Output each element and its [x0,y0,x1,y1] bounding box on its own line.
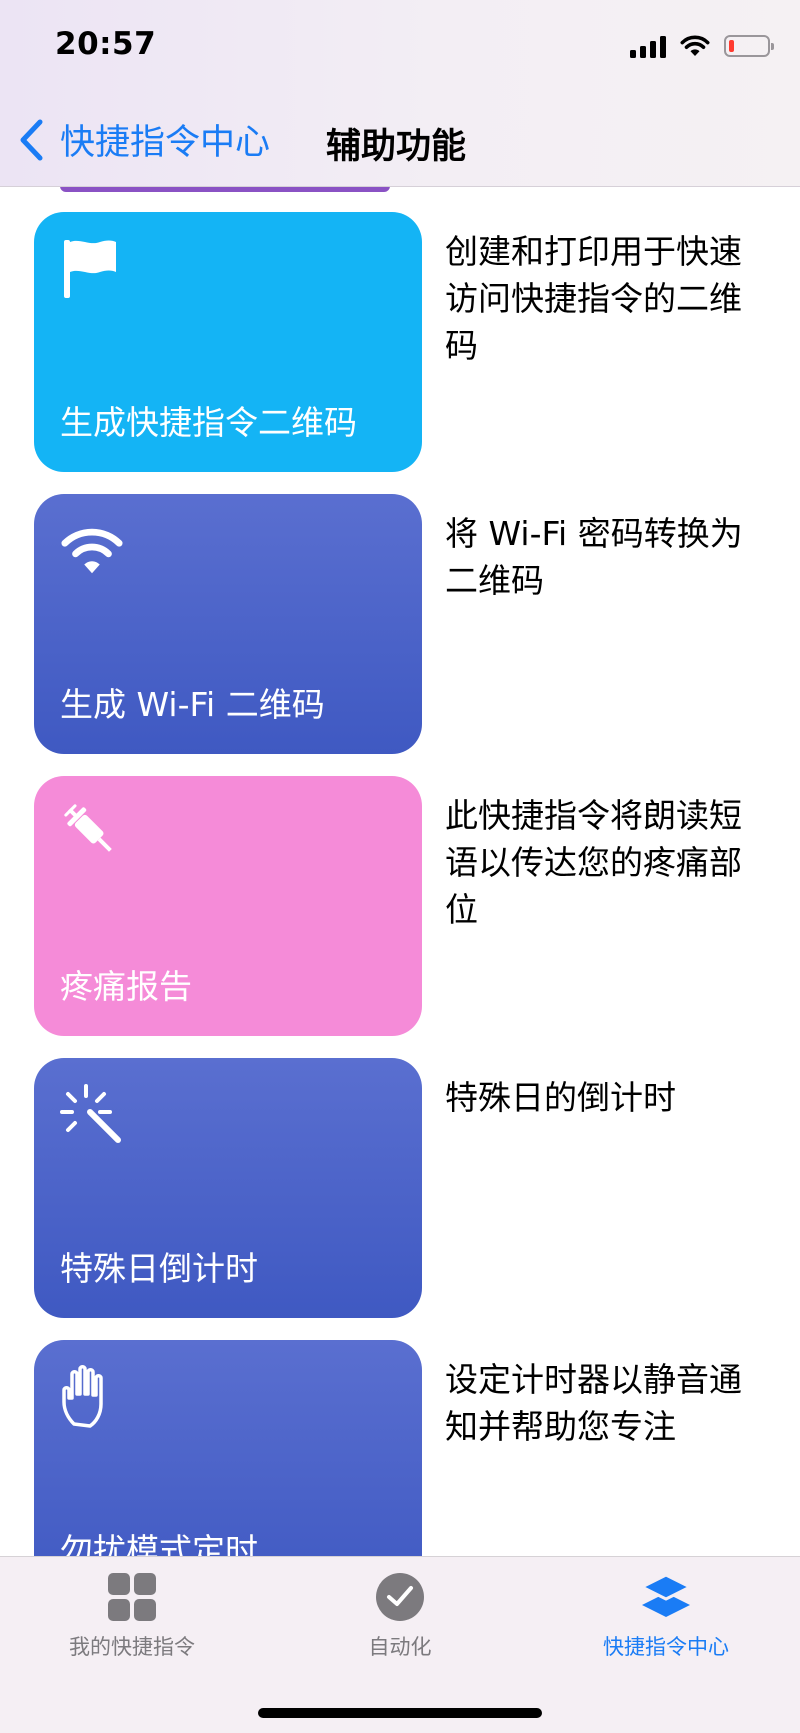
tab-my-shortcuts[interactable]: 我的快捷指令 [62,1571,202,1661]
home-indicator[interactable] [258,1708,542,1718]
shortcut-title: 生成 Wi-Fi 二维码 [60,685,325,724]
wifi-icon [60,518,124,582]
battery-level [729,40,734,52]
tab-bar: 我的快捷指令 自动化 快捷指令中心 [0,1556,800,1733]
list-item: 勿扰模式定时 设定计时器以静音通知并帮助您专注 [0,1340,800,1556]
tab-label: 我的快捷指令 [69,1635,195,1659]
tab-automation[interactable]: 自动化 [330,1571,470,1661]
list-item: 生成 Wi-Fi 二维码 将 Wi-Fi 密码转换为二维码 [0,494,800,754]
cellular-signal-icon [630,34,666,58]
back-label: 快捷指令中心 [60,123,271,163]
shortcut-description: 特殊日的倒计时 [445,1078,676,1117]
shortcut-card-shortcut-qr[interactable]: 生成快捷指令二维码 [34,212,422,472]
shortcut-card-countdown[interactable]: 特殊日倒计时 [34,1058,422,1318]
list-item: 特殊日倒计时 特殊日的倒计时 [0,1058,800,1318]
shortcut-description: 创建和打印用于快速访问快捷指令的二维码 [445,232,742,365]
page-title: 辅助功能 [326,127,467,167]
shortcut-title: 勿扰模式定时 [60,1531,258,1556]
chevron-left-icon [20,119,43,160]
shortcut-title: 生成快捷指令二维码 [60,403,357,442]
syringe-icon [60,800,124,864]
tab-label: 快捷指令中心 [603,1635,729,1659]
battery-icon [724,35,774,57]
back-button[interactable]: 快捷指令中心 [16,114,270,165]
flag-icon [60,236,124,300]
shortcut-card-wifi-qr[interactable]: 生成 Wi-Fi 二维码 [34,494,422,754]
status-icons [630,34,774,58]
shortcut-description: 将 Wi-Fi 密码转换为二维码 [445,514,743,600]
clock-check-icon [376,1573,424,1621]
hand-icon [60,1364,124,1428]
shortcut-title: 特殊日倒计时 [60,1249,258,1288]
shortcut-card-dnd-timer[interactable]: 勿扰模式定时 [34,1340,422,1556]
shortcut-description: 设定计时器以静音通知并帮助您专注 [445,1360,742,1446]
list-item: 疼痛报告 此快捷指令将朗读短语以传达您的疼痛部位 [0,776,800,1036]
wifi-status-icon [680,35,710,56]
status-time: 20:57 [55,26,157,62]
grid-icon [108,1573,156,1621]
shortcut-card-pain-report[interactable]: 疼痛报告 [34,776,422,1036]
shortcut-title: 疼痛报告 [60,967,192,1006]
list-item: 生成快捷指令二维码 创建和打印用于快速访问快捷指令的二维码 [0,212,800,472]
layers-icon [640,1573,692,1617]
tab-gallery[interactable]: 快捷指令中心 [596,1571,736,1661]
navigation-header: 20:57 快捷指令中心 辅助功能 [0,0,800,187]
magic-wand-icon [60,1082,124,1146]
tab-label: 自动化 [368,1635,432,1659]
shortcut-description: 此快捷指令将朗读短语以传达您的疼痛部位 [445,796,742,929]
shortcut-list[interactable]: 生成快捷指令二维码 创建和打印用于快速访问快捷指令的二维码 生成 Wi-Fi 二… [0,186,800,1556]
